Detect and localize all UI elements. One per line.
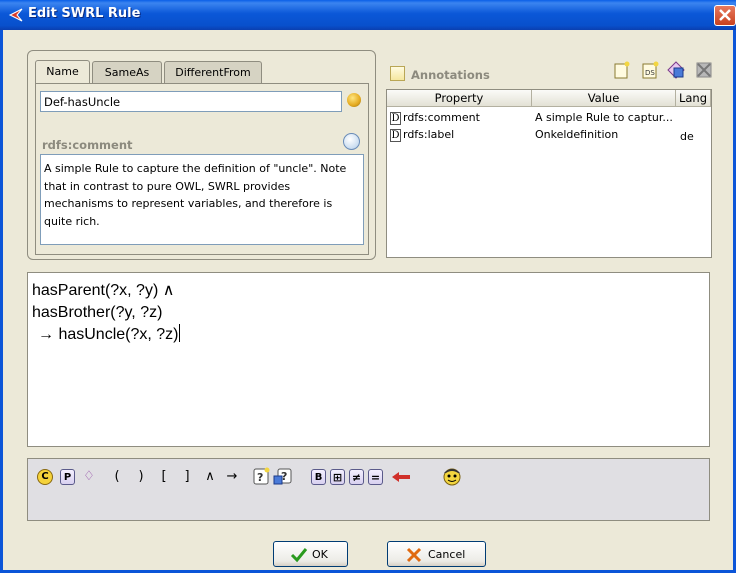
ok-button-label: OK — [312, 548, 328, 561]
rule-line-consequent: → hasUncle(?x, ?z) — [32, 324, 705, 346]
svg-text:DS: DS — [645, 69, 655, 77]
close-bracket-button[interactable]: ] — [182, 468, 192, 486]
datatype-badge-icon: D — [390, 129, 401, 142]
open-paren-button[interactable]: ( — [112, 468, 122, 486]
insert-individual-icon[interactable]: ♢ — [80, 468, 98, 486]
delete-arrow-icon[interactable] — [390, 469, 412, 485]
column-header-property[interactable]: Property — [387, 90, 532, 107]
symbol-palette — [27, 458, 710, 521]
comment-textarea[interactable]: A simple Rule to capture the definition … — [40, 154, 364, 245]
rule-editor[interactable]: hasParent(?x, ?y) ∧ hasBrother(?y, ?z) →… — [27, 272, 710, 447]
add-instance-annotation-icon[interactable] — [666, 60, 686, 80]
delete-annotation-icon[interactable] — [694, 60, 714, 80]
table-cell-lang[interactable]: de — [680, 130, 710, 143]
insert-property-icon[interactable]: P — [60, 469, 75, 485]
table-cell-value[interactable]: A simple Rule to captur... — [535, 111, 675, 124]
close-paren-button[interactable]: ) — [136, 468, 146, 486]
close-button[interactable] — [714, 5, 736, 26]
conjunction-button[interactable]: ∧ — [203, 468, 217, 486]
datatype-badge-icon: D — [390, 112, 401, 125]
insert-class-icon[interactable]: C — [37, 469, 53, 485]
globe-icon[interactable] — [347, 93, 361, 107]
implies-button[interactable]: → — [224, 468, 240, 486]
insert-builtin-icon[interactable]: B — [311, 469, 326, 485]
annotations-icon — [390, 66, 405, 81]
tab-name[interactable]: Name — [35, 60, 90, 84]
comment-line: mechanisms to represent variables, and t… — [44, 197, 333, 210]
column-header-lang[interactable]: Lang — [676, 90, 711, 107]
comment-line: quite rich. — [44, 214, 100, 228]
rule-line: → hasUncle(?x, ?z) — [38, 326, 179, 343]
protege-icon — [8, 8, 23, 22]
comment-language-icon[interactable] — [343, 133, 360, 150]
comment-label: rdfs:comment — [42, 138, 133, 152]
table-cell-property[interactable]: rdfs:label — [403, 128, 531, 141]
annotations-label: Annotations — [411, 68, 490, 82]
rule-name-field[interactable]: Def-hasUncle — [40, 91, 342, 112]
insert-builtin-variable-icon[interactable]: ? — [273, 466, 293, 486]
comment-line: that in contrast to pure OWL, SWRL provi… — [44, 179, 291, 193]
column-header-value[interactable]: Value — [532, 90, 676, 107]
different-from-icon[interactable]: ≠ — [349, 469, 364, 485]
tab-sameas[interactable]: SameAs — [92, 61, 162, 83]
check-icon — [290, 548, 308, 563]
open-bracket-button[interactable]: [ — [159, 468, 169, 486]
cancel-button-label: Cancel — [428, 548, 466, 561]
table-cell-property[interactable]: rdfs:comment — [403, 111, 531, 124]
same-as-icon[interactable]: = — [368, 469, 383, 485]
add-annotation-icon[interactable] — [612, 60, 632, 80]
close-icon — [719, 9, 731, 21]
table-cell-value[interactable]: Onkeldefinition — [535, 128, 675, 141]
insert-datarange-icon[interactable]: ⊞ — [330, 469, 345, 485]
text-caret — [178, 324, 180, 342]
cancel-button[interactable]: Cancel — [387, 541, 486, 567]
add-datatype-annotation-icon[interactable]: DS — [640, 60, 660, 80]
window-title: Edit SWRL Rule — [28, 6, 141, 21]
smiley-face-icon[interactable] — [440, 464, 464, 488]
cancel-x-icon — [406, 547, 422, 563]
ok-button[interactable]: OK — [273, 541, 348, 567]
svg-text:?: ? — [257, 471, 263, 484]
title-bar[interactable]: Edit SWRL Rule — [0, 0, 736, 30]
comment-line: A simple Rule to capture the definition … — [44, 162, 347, 175]
tab-differentfrom[interactable]: DifferentFrom — [164, 61, 262, 83]
rule-line: hasBrother(?y, ?z) — [32, 304, 163, 321]
insert-variable-icon[interactable]: ? — [252, 466, 272, 486]
rule-line: hasParent(?x, ?y) ∧ — [32, 282, 175, 299]
